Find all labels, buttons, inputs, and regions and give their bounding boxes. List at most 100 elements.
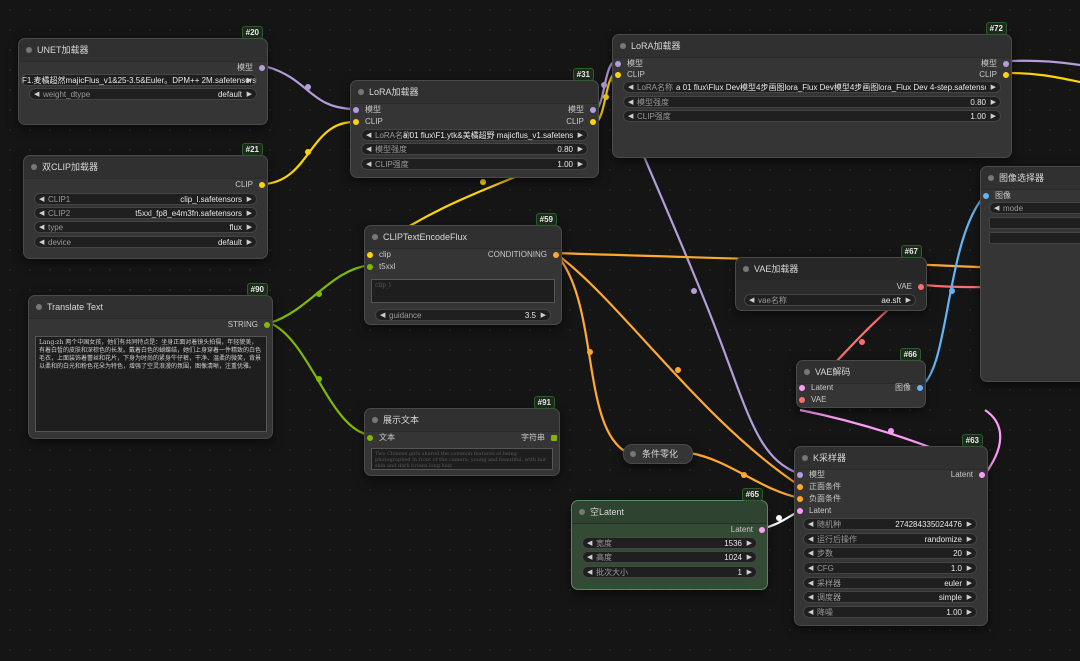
arrow-right-icon[interactable]: ▶ (967, 607, 972, 617)
arrow-right-icon[interactable]: ▶ (578, 144, 583, 154)
vae-name-combo[interactable]: ◀ vae名称 ae.sft ▶ (744, 294, 916, 306)
width-slider[interactable]: ◀ 宽度 1536 ▶ (582, 537, 757, 549)
clip-l-textarea[interactable]: clip_l (371, 279, 555, 303)
output-latent-slot[interactable]: Latent (951, 469, 985, 481)
show-text-node[interactable]: #91 展示文本 文本 字符串 Two Chinese girls shared… (364, 396, 560, 476)
slot-dot-icon[interactable] (353, 107, 359, 113)
arrow-right-icon[interactable]: ▶ (578, 130, 583, 140)
collapse-dot-icon[interactable] (26, 47, 32, 53)
arrow-left-icon[interactable]: ◀ (808, 548, 813, 558)
arrow-left-icon[interactable]: ◀ (808, 519, 813, 529)
slot-dot-icon[interactable] (917, 385, 923, 391)
input-text-slot[interactable]: 文本 (367, 432, 395, 444)
node-title[interactable]: 空Latent (572, 501, 767, 524)
slot-dot-icon[interactable] (759, 527, 765, 533)
lora-loader-node-72[interactable]: #72 LoRA加载器 模型 CLIP 模型 CLIP ◀ LoRA名称 a 01 … (612, 22, 1012, 158)
collapse-dot-icon[interactable] (988, 175, 994, 181)
arrow-right-icon[interactable]: ▶ (967, 548, 972, 558)
collapse-dot-icon[interactable] (620, 43, 626, 49)
output-clip-slot[interactable]: CLIP (566, 116, 596, 128)
arrow-right-icon[interactable]: ▶ (967, 592, 972, 602)
slot-dot-icon[interactable] (590, 119, 596, 125)
slot-dot-icon[interactable] (551, 435, 557, 441)
node-title[interactable]: VAE加载器 (736, 258, 926, 281)
arrow-right-icon[interactable]: ▶ (906, 295, 911, 305)
output-model-slot[interactable]: 模型 (237, 62, 265, 74)
arrow-left-icon[interactable]: ◀ (808, 534, 813, 544)
slot-dot-icon[interactable] (797, 508, 803, 514)
input-model-slot[interactable]: 模型 (797, 469, 825, 481)
slot-dot-icon[interactable] (553, 252, 559, 258)
seed-slider[interactable]: ◀ 随机种 274284335024476 ▶ (803, 518, 977, 530)
scheduler-combo[interactable]: ◀ 调度器 simple ▶ (803, 591, 977, 603)
node-title[interactable]: CLIPTextEncodeFlux (365, 226, 561, 249)
output-clip-slot[interactable]: CLIP (979, 69, 1009, 81)
translate-text-node[interactable]: #90 Translate Text STRING Lang:zh 两个中国女孩… (28, 283, 273, 439)
clip-strength-slider[interactable]: ◀ CLIP强度 1.00 ▶ (361, 158, 588, 170)
device-combo[interactable]: ◀ device default ▶ (34, 236, 257, 248)
slot-dot-icon[interactable] (979, 472, 985, 478)
arrow-left-icon[interactable]: ◀ (366, 130, 371, 140)
collapse-dot-icon[interactable] (372, 417, 378, 423)
output-model-slot[interactable]: 模型 (568, 104, 596, 116)
collapse-dot-icon[interactable] (31, 164, 37, 170)
input-clip-slot[interactable]: CLIP (353, 116, 383, 128)
arrow-left-icon[interactable]: ◀ (39, 222, 44, 232)
node-title[interactable]: 双CLIP加载器 (24, 156, 267, 179)
input-latent-slot[interactable]: Latent (799, 382, 833, 394)
output-clip-slot[interactable]: CLIP (235, 179, 265, 191)
collapse-dot-icon[interactable] (36, 304, 42, 310)
arrow-right-icon[interactable]: ▶ (967, 578, 972, 588)
arrow-right-icon[interactable]: ▶ (541, 310, 546, 320)
collapse-dot-icon[interactable] (579, 509, 585, 515)
vae-decode-node[interactable]: #66 VAE解码 Latent VAE 图像 (796, 348, 926, 408)
arrow-left-icon[interactable]: ◀ (628, 111, 633, 121)
arrow-left-icon[interactable]: ◀ (587, 538, 592, 548)
arrow-right-icon[interactable]: ▶ (747, 552, 752, 562)
selector-field-2[interactable] (989, 232, 1080, 244)
empty-latent-node[interactable]: #65 空Latent Latent ◀ 宽度 1536 ▶ ◀ 高度 1024 ▶ ◀ 批次… (571, 488, 768, 590)
image-selector-node[interactable]: 图像选择器 图像 ◀ mode (980, 166, 1080, 382)
selector-field-1[interactable] (989, 217, 1080, 229)
input-model-slot[interactable]: 模型 (353, 104, 381, 116)
slot-dot-icon[interactable] (615, 72, 621, 78)
input-image-slot[interactable]: 图像 (983, 190, 1011, 202)
collapse-dot-icon[interactable] (743, 266, 749, 272)
slot-dot-icon[interactable] (1003, 72, 1009, 78)
slot-dot-icon[interactable] (797, 472, 803, 478)
arrow-left-icon[interactable]: ◀ (587, 567, 592, 577)
arrow-right-icon[interactable]: ▶ (967, 519, 972, 529)
slot-dot-icon[interactable] (264, 322, 270, 328)
arrow-right-icon[interactable]: ▶ (991, 111, 996, 121)
slot-dot-icon[interactable] (799, 385, 805, 391)
arrow-right-icon[interactable]: ▶ (967, 534, 972, 544)
dual-clip-loader-node[interactable]: #21 双CLIP加载器 CLIP ◀ CLIP1 clip_l.safetenso… (23, 143, 268, 259)
arrow-right-icon[interactable]: ▶ (247, 89, 252, 99)
node-title[interactable]: 图像选择器 (981, 167, 1080, 190)
output-conditioning-slot[interactable]: CONDITIONING (488, 249, 559, 261)
lora-loader-node-31[interactable]: #31 LoRA加载器 模型 CLIP 模型 CLIP ◀ LoRA名称 a 01 … (350, 68, 599, 178)
guidance-slider[interactable]: ◀ guidance 3.5 ▶ (375, 309, 551, 321)
slot-dot-icon[interactable] (353, 119, 359, 125)
node-title[interactable]: VAE解码 (797, 361, 925, 384)
denoise-slider[interactable]: ◀ 降噪 1.00 ▶ (803, 606, 977, 618)
weight-dtype-combo[interactable]: ◀ weight_dtype default ▶ (29, 88, 257, 100)
clip1-combo[interactable]: ◀ CLIP1 clip_l.safetensors ▶ (34, 193, 257, 205)
collapse-dot-icon[interactable] (358, 89, 364, 95)
lora-name-combo[interactable]: ◀ LoRA名称 a 01 flux\Flux Dev模型4步画图lora_Flux… (623, 81, 1001, 93)
mode-combo[interactable]: ◀ mode (989, 202, 1080, 214)
input-negative-slot[interactable]: 负面条件 (797, 493, 841, 505)
model-strength-slider[interactable]: ◀ 模型强度 0.80 ▶ (623, 96, 1001, 108)
arrow-left-icon[interactable]: ◀ (34, 89, 39, 99)
arrow-right-icon[interactable]: ▶ (967, 563, 972, 573)
model-strength-slider[interactable]: ◀ 模型强度 0.80 ▶ (361, 143, 588, 155)
input-clip-slot[interactable]: CLIP (615, 69, 645, 81)
slot-dot-icon[interactable] (367, 264, 373, 270)
steps-slider[interactable]: ◀ 步数 20 ▶ (803, 547, 977, 559)
slot-dot-icon[interactable] (367, 435, 373, 441)
unet-name-combo[interactable]: F1.麦橘超然majicFlus_v1&25-3.5&Euler。DPM++ 2… (21, 74, 257, 86)
arrow-left-icon[interactable]: ◀ (994, 203, 999, 213)
slot-dot-icon[interactable] (259, 182, 265, 188)
collapse-dot-icon[interactable] (372, 234, 378, 240)
arrow-left-icon[interactable]: ◀ (39, 194, 44, 204)
